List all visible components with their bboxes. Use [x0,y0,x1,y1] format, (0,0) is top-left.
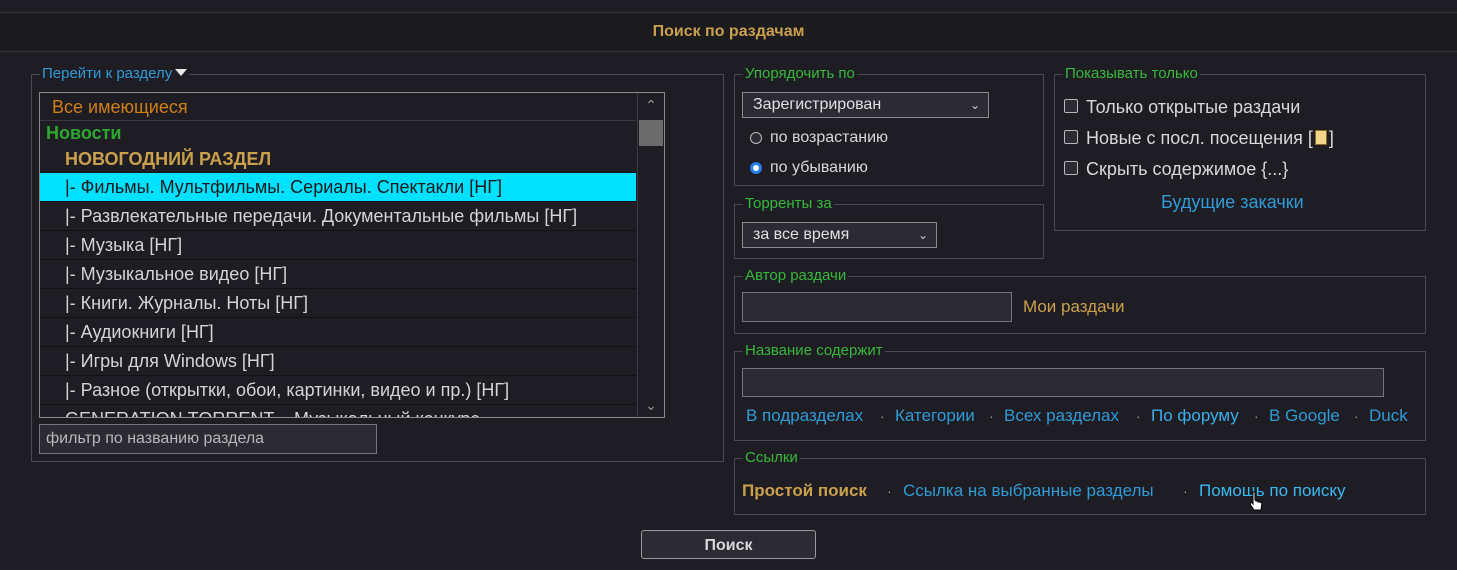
simple-search-link[interactable]: Простой поиск [742,481,867,501]
new-since-label-end: ] [1328,128,1334,148]
list-item-newyear[interactable]: НОВОГОДНИЙ РАЗДЕЛ [40,145,636,173]
scope-link-all-sections[interactable]: Всех разделах [1004,406,1119,426]
scope-link-google[interactable]: В Google [1269,406,1340,426]
separator-dot: · [1254,408,1259,424]
list-item-all[interactable]: Все имеющиеся [40,93,636,121]
section-picker-legend[interactable]: Перейти к разделу [40,66,189,82]
radio-descending-label: по убыванию [770,159,868,176]
list-item-label: НОВОГОДНИЙ РАЗДЕЛ [65,149,272,169]
radio-ascending-circle[interactable] [750,132,762,144]
period-legend: Торренты за [745,195,832,212]
scroll-up-icon[interactable]: ⌃ [638,93,664,117]
scope-link-categories[interactable]: Категории [895,406,975,426]
scope-link-forum[interactable]: По форуму [1151,406,1239,426]
radio-descending-circle[interactable] [750,162,762,174]
order-select[interactable]: Зарегистрирован ⌄ [742,92,989,118]
author-legend: Автор раздачи [745,267,847,284]
order-legend: Упорядочить по [745,65,855,82]
list-item[interactable]: |- Игры для Windows [НГ] [40,347,636,376]
list-item[interactable]: GENERATION.TORRENT – Музыкальный конкурс [40,405,636,417]
separator-dot: · [1354,408,1359,424]
links-legend: Ссылки [745,449,798,466]
list-item[interactable]: |- Разное (открытки, обои, картинки, вид… [40,376,636,405]
checkbox-box[interactable] [1064,161,1078,175]
separator-dot: · [887,483,892,499]
list-item[interactable]: |- Музыкальное видео [НГ] [40,260,636,289]
hand-cursor-icon [1249,491,1263,511]
section-list: Все имеющиеся Новости НОВОГОДНИЙ РАЗДЕЛ … [40,93,636,417]
future-downloads-link[interactable]: Будущие закачки [1161,192,1304,212]
new-since-label: Новые с посл. посещения [ [1086,128,1313,148]
search-help-link[interactable]: Помощь по поиску [1199,481,1346,501]
dropdown-arrow-icon[interactable] [175,69,188,76]
scroll-down-icon[interactable]: ⌄ [638,393,664,417]
title-contains-input[interactable] [742,368,1384,397]
checkbox-box[interactable] [1064,130,1078,144]
new-since-checkbox[interactable]: Новые с посл. посещения [] [1064,128,1334,148]
my-releases-link[interactable]: Мои раздачи [1023,297,1125,317]
new-post-icon [1314,130,1327,145]
list-item[interactable]: |- Книги. Журналы. Ноты [НГ] [40,289,636,318]
chevron-down-icon: ⌄ [917,228,928,242]
open-only-checkbox[interactable]: Только открытые раздачи [1064,97,1300,117]
section-picker-title: Перейти к разделу [42,65,173,82]
hide-content-checkbox[interactable]: Скрыть содержимое {...} [1064,159,1288,179]
open-only-label: Только открытые раздачи [1086,97,1301,117]
list-scrollbar[interactable]: ⌃ ⌄ [637,93,664,417]
list-item-selected[interactable]: |- Фильмы. Мультфильмы. Сериалы. Спектак… [40,173,636,202]
selected-sections-link[interactable]: Ссылка на выбранные разделы [903,481,1154,501]
radio-ascending-label: по возрастанию [770,129,888,146]
period-select-value: за все время [753,226,850,243]
section-filter-input[interactable] [39,424,377,454]
checkbox-box[interactable] [1064,99,1078,113]
period-select[interactable]: за все время ⌄ [742,222,937,248]
scope-link-subsections[interactable]: В подразделах [746,406,863,426]
order-select-value: Зарегистрирован [753,96,882,113]
search-button[interactable]: Поиск [641,530,816,559]
author-input[interactable] [742,292,1012,322]
radio-descending[interactable]: по убыванию [750,159,868,177]
radio-ascending[interactable]: по возрастанию [750,129,888,147]
list-item[interactable]: |- Аудиокниги [НГ] [40,318,636,347]
title-contains-legend: Название содержит [745,342,883,359]
separator-dot: · [880,408,885,424]
separator-dot: · [1136,408,1141,424]
section-listbox[interactable]: Все имеющиеся Новости НОВОГОДНИЙ РАЗДЕЛ … [39,92,665,418]
show-only-legend: Показывать только [1065,65,1198,82]
list-item[interactable]: |- Развлекательные передачи. Документаль… [40,202,636,231]
page-title: Поиск по раздачам [0,13,1457,52]
hide-content-label: Скрыть содержимое {...} [1086,159,1289,179]
separator-dot: · [989,408,994,424]
scroll-thumb[interactable] [639,120,663,146]
scope-link-duck[interactable]: Duck [1369,406,1408,426]
chevron-down-icon: ⌄ [969,98,980,112]
list-item-news[interactable]: Новости [40,121,636,145]
list-item[interactable]: |- Музыка [НГ] [40,231,636,260]
separator-dot: · [1183,483,1188,499]
